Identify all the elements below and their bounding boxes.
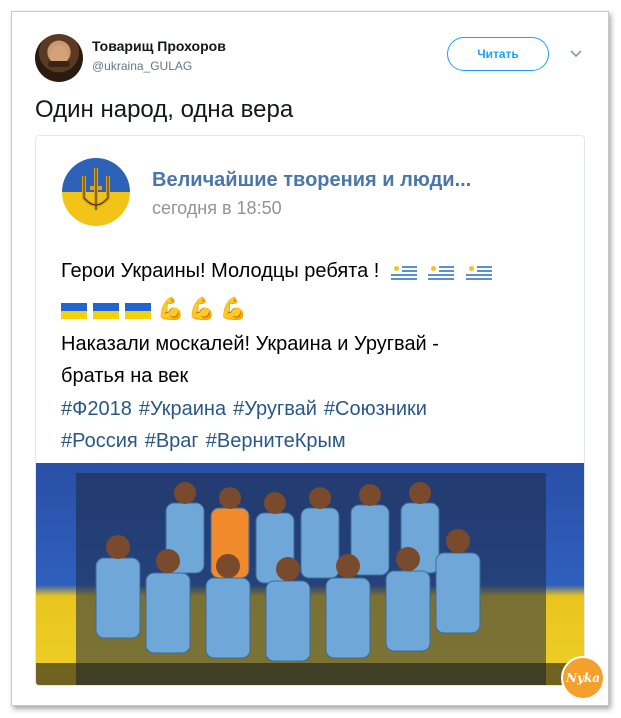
- hashtag-link[interactable]: #Союзники: [324, 398, 427, 420]
- post-line-1-text: Герои Украины! Молодцы ребята !: [61, 260, 380, 282]
- uruguay-flag-icon: [428, 263, 455, 280]
- ukraine-flag-icon: [61, 302, 87, 319]
- avatar-mustache: [48, 61, 70, 67]
- hashtag-link[interactable]: #ВернитеКрым: [206, 430, 346, 452]
- author-avatar[interactable]: [35, 34, 83, 82]
- hashtags-row-1: #Ф2018 #Украина #Уругвай #Союзники: [61, 398, 434, 421]
- tweet-frame: Товарищ Прохоров @ukraina_GULAG Читать О…: [11, 11, 609, 706]
- site-watermark-logo: Nyka: [561, 656, 605, 700]
- post-time[interactable]: сегодня в 18:50: [152, 198, 282, 219]
- chevron-down-icon[interactable]: [568, 45, 584, 61]
- team-photo[interactable]: [36, 463, 584, 685]
- hashtag-link[interactable]: #Враг: [145, 430, 199, 452]
- ukraine-flag-icon: [93, 302, 119, 319]
- post-emoji-row: 💪 💪 💪: [61, 296, 251, 322]
- ukraine-flag-icon: [125, 302, 151, 319]
- flexed-biceps-icon: 💪: [188, 296, 216, 321]
- tweet-text: Один народ, одна вера: [35, 96, 294, 123]
- hashtag-link[interactable]: #Уругвай: [233, 398, 317, 420]
- flexed-biceps-icon: 💪: [157, 296, 185, 321]
- group-name[interactable]: Величайшие творения и люди...: [152, 169, 471, 192]
- author-name[interactable]: Товарищ Прохоров: [92, 38, 226, 54]
- author-handle[interactable]: @ukraina_GULAG: [92, 59, 192, 73]
- follow-button[interactable]: Читать: [447, 37, 549, 71]
- hashtag-link[interactable]: #Россия: [61, 430, 138, 452]
- group-avatar[interactable]: [62, 158, 130, 226]
- ukraine-trident-icon: [62, 158, 130, 226]
- hashtag-link[interactable]: #Ф2018: [61, 398, 132, 420]
- post-line-1: Герои Украины! Молодцы ребята !: [61, 260, 493, 283]
- hashtag-link[interactable]: #Украина: [139, 398, 226, 420]
- uruguay-flag-icon: [390, 263, 417, 280]
- embedded-post-card[interactable]: Величайшие творения и люди... сегодня в …: [35, 135, 585, 686]
- hashtags-row-2: #Россия #Враг #ВернитеКрым: [61, 430, 353, 453]
- post-line-3: братья на век: [61, 365, 189, 387]
- uruguay-flag-icon: [466, 263, 493, 280]
- post-line-2: Наказали москалей! Украина и Уругвай -: [61, 333, 439, 355]
- flexed-biceps-icon: 💪: [219, 296, 248, 321]
- team-photo-image: [36, 463, 584, 685]
